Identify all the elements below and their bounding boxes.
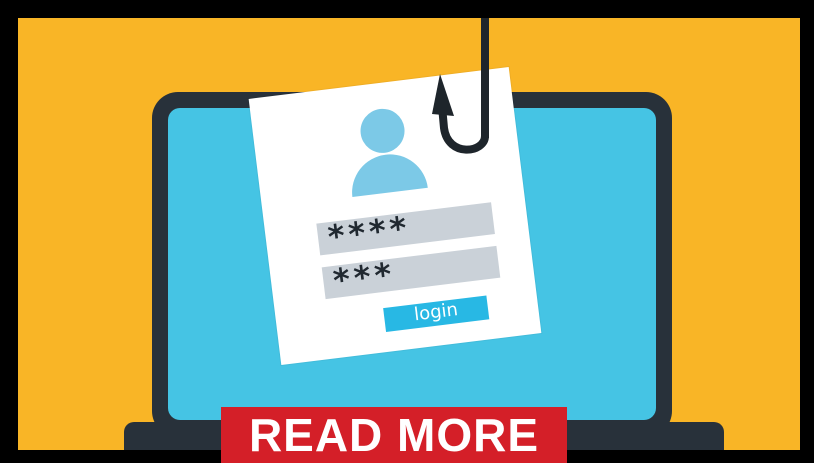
phishing-illustration: **** *** login — [18, 18, 800, 450]
login-button: login — [383, 295, 490, 332]
login-card: **** *** login — [248, 67, 542, 365]
user-avatar-icon — [358, 106, 408, 156]
password-field-2: *** — [321, 245, 501, 300]
read-more-banner[interactable]: READ MORE — [221, 407, 567, 463]
password-field-1: **** — [316, 202, 495, 256]
image-frame: **** *** login READ MORE — [0, 0, 814, 463]
user-avatar-body — [347, 150, 428, 198]
